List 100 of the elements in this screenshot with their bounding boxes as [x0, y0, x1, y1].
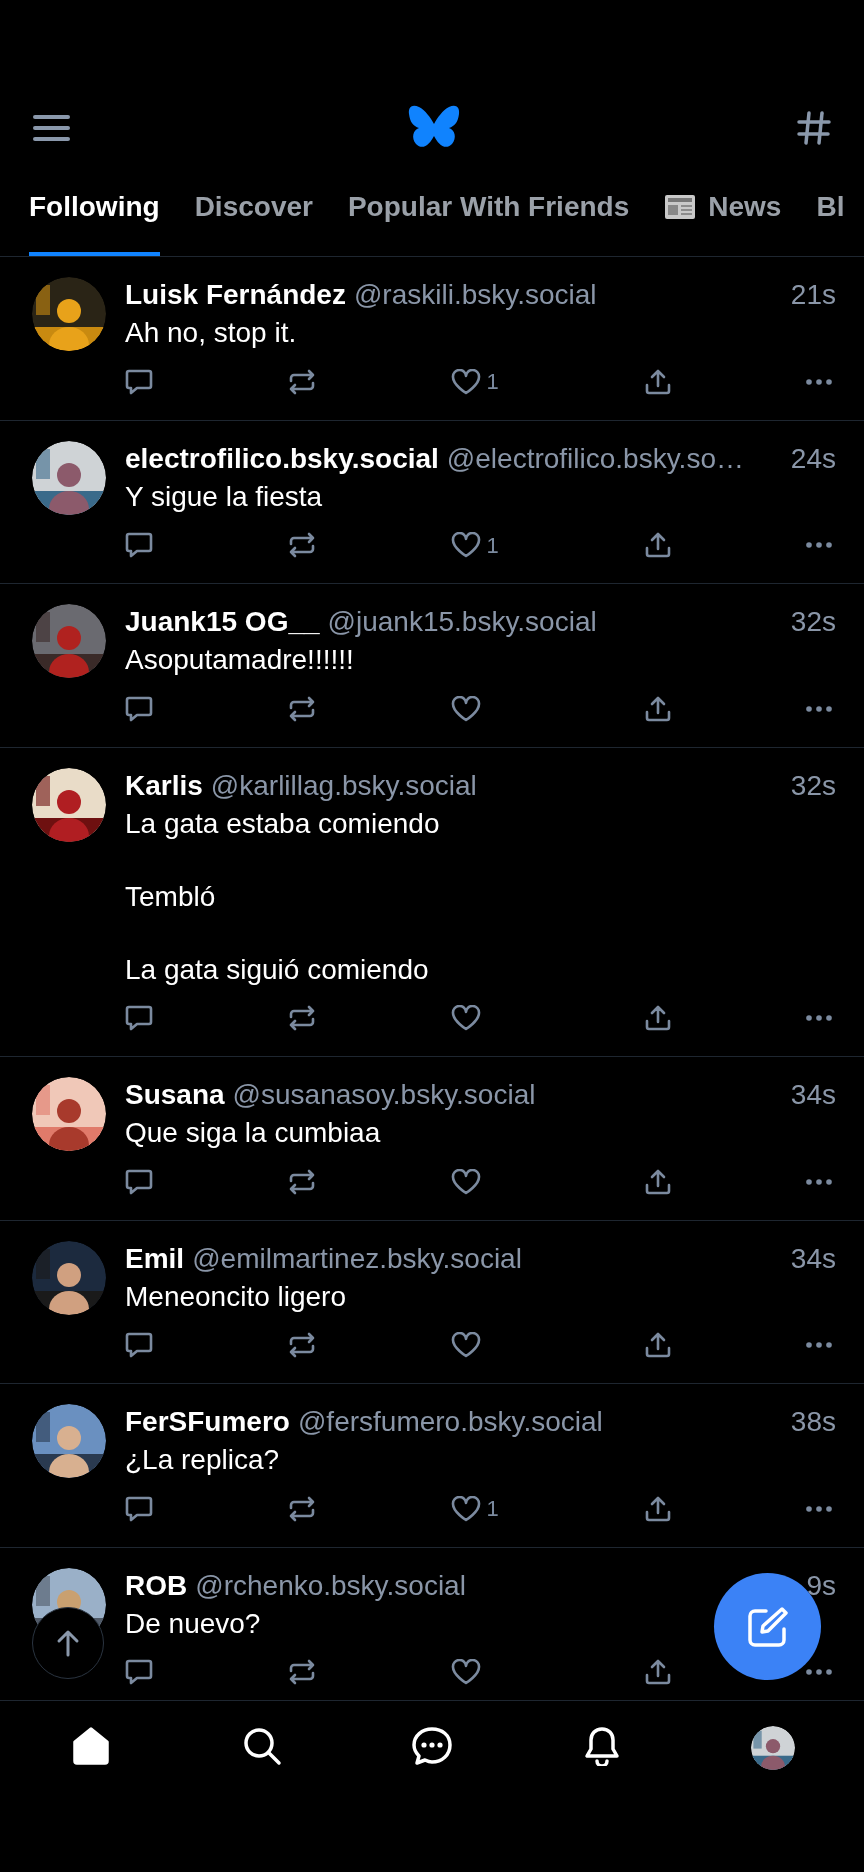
like-button[interactable]: 1 [450, 365, 511, 398]
post-text: Meneoncito ligero [125, 1279, 347, 1314]
post-time: 34s [790, 1078, 836, 1112]
reply-icon [125, 532, 153, 558]
reply-button[interactable] [125, 1005, 153, 1031]
repost-button[interactable] [287, 532, 316, 558]
author-handle: @fersfumero.bsky.social [297, 1405, 603, 1439]
more-button[interactable] [806, 1015, 832, 1021]
share-button[interactable] [645, 368, 672, 395]
repost-icon [287, 368, 316, 395]
feed-tab[interactable]: News [664, 165, 782, 256]
share-icon [645, 368, 672, 395]
scroll-top-button[interactable] [32, 1607, 104, 1679]
repost-button[interactable] [287, 695, 316, 722]
post-text: Asoputamadre!!!!!! [125, 643, 354, 677]
reply-button[interactable] [125, 1332, 153, 1358]
more-button[interactable] [806, 1342, 832, 1348]
repost-icon [287, 695, 316, 722]
author-name[interactable]: Juank15 OG__ [125, 601, 320, 643]
feed-tab[interactable]: Popular With Friends [347, 165, 630, 256]
more-button[interactable] [806, 1669, 832, 1675]
author-name[interactable]: FerSFumero [125, 1401, 290, 1443]
more-icon [806, 1178, 832, 1185]
feed-tab[interactable]: Following [29, 165, 160, 256]
share-button[interactable] [645, 1005, 672, 1031]
more-icon [806, 1342, 832, 1348]
post-text: Que siga la cumbiaa [125, 1116, 381, 1150]
heart-icon [450, 1495, 481, 1522]
post-text: La gata estaba comiendo Tembló La gata siguió comiendo [125, 806, 440, 987]
reply-button[interactable] [125, 695, 153, 722]
author-handle: @juank15.bsky.social [327, 605, 597, 639]
more-icon [806, 1505, 832, 1512]
feed-tab[interactable]: Bl [816, 165, 845, 256]
like-button[interactable]: 1 [450, 528, 511, 562]
post-time: 34s [790, 1241, 836, 1276]
reply-icon [125, 1332, 153, 1358]
more-icon [806, 1015, 832, 1021]
reply-icon [125, 1495, 153, 1522]
author-handle: @rchenko.bsky.social [195, 1568, 466, 1603]
repost-icon [287, 532, 316, 558]
author-name[interactable]: ROB [125, 1564, 188, 1607]
heart-icon [450, 532, 481, 558]
reply-icon [125, 695, 153, 722]
share-button[interactable] [645, 695, 672, 722]
repost-button[interactable] [287, 1332, 316, 1358]
author-name[interactable]: Luisk Fernández [125, 274, 346, 316]
more-button[interactable] [806, 542, 832, 548]
like-button[interactable]: 1 [450, 1492, 511, 1525]
repost-icon [287, 1168, 316, 1195]
more-button[interactable] [806, 705, 832, 712]
reply-button[interactable] [125, 1495, 153, 1522]
share-button[interactable] [645, 1168, 672, 1195]
share-icon [645, 1659, 672, 1685]
reply-button[interactable] [125, 1659, 153, 1685]
more-button[interactable] [806, 1505, 832, 1512]
arrow-up-icon [56, 1629, 80, 1657]
more-icon [806, 1669, 832, 1675]
share-icon [645, 695, 672, 722]
heart-icon [450, 1168, 481, 1195]
more-button[interactable] [806, 1178, 832, 1185]
author-name[interactable]: electrofilico.bsky.social [125, 437, 439, 480]
post-time: 24s [790, 441, 836, 476]
author-name[interactable]: Karlis [125, 764, 203, 807]
menu-icon[interactable] [32, 113, 72, 142]
post-text: Y sigue la fiesta [125, 479, 323, 514]
author-name[interactable]: Emil [125, 1237, 185, 1280]
repost-icon [287, 1659, 316, 1685]
reply-button[interactable] [125, 368, 153, 395]
reply-button[interactable] [125, 1168, 153, 1195]
reply-icon [125, 1005, 153, 1031]
share-button[interactable] [645, 1495, 672, 1522]
repost-button[interactable] [287, 1495, 316, 1522]
share-button[interactable] [645, 1332, 672, 1358]
repost-button[interactable] [287, 1168, 316, 1195]
share-icon [645, 1168, 672, 1195]
share-button[interactable] [645, 532, 672, 558]
author-handle: @susanasoy.bsky.social [232, 1078, 536, 1112]
repost-button[interactable] [287, 368, 316, 395]
author-handle: @emilmartinez.bsky.social [192, 1241, 522, 1276]
heart-icon [450, 1005, 481, 1031]
post-time: 32s [790, 768, 836, 803]
repost-icon [287, 1332, 316, 1358]
reply-icon [125, 1659, 153, 1685]
reply-icon [125, 1168, 153, 1195]
heart-icon [450, 1332, 481, 1358]
post-time: 32s [790, 605, 836, 639]
repost-button[interactable] [287, 1005, 316, 1031]
more-button[interactable] [806, 378, 832, 385]
heart-icon [450, 1659, 481, 1685]
feed-tab[interactable]: Discover [194, 165, 313, 256]
share-button[interactable] [645, 1659, 672, 1685]
post-time: 9s [806, 1568, 836, 1603]
share-icon [645, 1495, 672, 1522]
heart-icon [450, 695, 481, 722]
author-name[interactable]: Susana [125, 1074, 225, 1116]
more-icon [806, 378, 832, 385]
hashtag-icon[interactable] [796, 109, 832, 146]
reply-button[interactable] [125, 532, 153, 558]
repost-button[interactable] [287, 1659, 316, 1685]
share-icon [645, 1332, 672, 1358]
